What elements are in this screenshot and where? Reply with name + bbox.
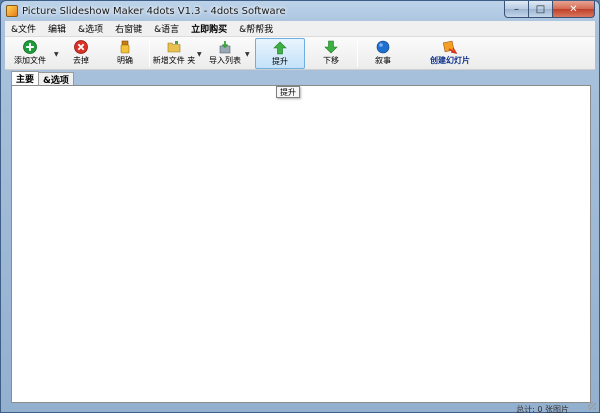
clear-button[interactable]: 明确 (109, 38, 141, 69)
toolbar-separator (357, 40, 358, 67)
tab-options[interactable]: &选项 (38, 72, 74, 86)
narrate-label: 叙事 (375, 56, 391, 65)
image-list-panel[interactable] (11, 85, 591, 403)
add-files-dropdown-icon[interactable]: ▼ (54, 51, 59, 58)
menu-file[interactable]: &文件 (5, 22, 42, 35)
move-down-label: 下移 (323, 56, 339, 65)
create-slideshow-label: 创建幻灯片 (430, 56, 470, 65)
menu-buy-now[interactable]: 立即购买 (185, 22, 233, 35)
clear-label: 明确 (117, 56, 133, 65)
add-icon (23, 40, 37, 54)
add-folder-dropdown-icon[interactable]: ▼ (197, 51, 202, 58)
import-icon (219, 41, 231, 54)
menu-context[interactable]: 右窗键 (109, 22, 148, 35)
add-files-label: 添加文件 (14, 56, 46, 65)
menu-options[interactable]: &选项 (72, 22, 109, 35)
import-list-label: 导入列表 (209, 56, 241, 65)
folder-icon (167, 41, 181, 53)
clear-icon (120, 40, 130, 54)
toolbar-separator (149, 40, 150, 67)
menu-help[interactable]: &帮帮我 (233, 22, 279, 35)
remove-button[interactable]: 去掉 (65, 38, 97, 69)
narrate-icon (376, 40, 390, 54)
add-folder-label: 新增文件 夹 (152, 56, 196, 65)
move-up-tooltip: 提升 (276, 86, 300, 98)
app-window: Picture Slideshow Maker 4dots V1.3 - 4do… (0, 0, 600, 413)
remove-label: 去掉 (73, 56, 89, 65)
remove-icon (74, 40, 88, 54)
import-list-button[interactable]: 导入列表 (205, 38, 245, 69)
import-list-dropdown-icon[interactable]: ▼ (245, 51, 250, 58)
tab-main[interactable]: 主要 (11, 71, 40, 85)
create-slideshow-icon (443, 40, 457, 54)
narrate-button[interactable]: 叙事 (363, 38, 403, 69)
tab-strip: 主要 &选项 (11, 71, 74, 86)
window-title: Picture Slideshow Maker 4dots V1.3 - 4do… (22, 5, 286, 17)
maximize-button[interactable]: □ (529, 1, 553, 18)
app-icon (6, 5, 18, 17)
resize-grip-icon[interactable] (588, 402, 596, 410)
caption-buttons: – □ ✕ (504, 1, 595, 18)
minimize-button[interactable]: – (504, 1, 529, 18)
add-files-button[interactable]: 添加文件 (11, 38, 49, 69)
menu-bar: &文件 编辑 &选项 右窗键 &语言 立即购买 &帮帮我 (5, 21, 595, 37)
status-bar: 总计: 0 张图片 (516, 405, 569, 413)
add-folder-button[interactable]: 新增文件 夹 (151, 38, 197, 69)
close-button[interactable]: ✕ (553, 1, 595, 18)
move-up-button[interactable]: 提升 (255, 38, 305, 69)
move-up-label: 提升 (272, 57, 288, 66)
move-down-button[interactable]: 下移 (311, 38, 351, 69)
toolbar: 添加文件 ▼ 去掉 明确 新增文件 夹 ▼ 导入列表 ▼ 提升 下移 叙事 创建… (5, 37, 595, 70)
up-arrow-icon (273, 41, 287, 55)
menu-language[interactable]: &语言 (148, 22, 185, 35)
menu-edit[interactable]: 编辑 (42, 22, 72, 35)
create-slideshow-button[interactable]: 创建幻灯片 (421, 38, 479, 69)
title-bar[interactable]: Picture Slideshow Maker 4dots V1.3 - 4do… (1, 1, 599, 21)
down-arrow-icon (324, 40, 338, 54)
